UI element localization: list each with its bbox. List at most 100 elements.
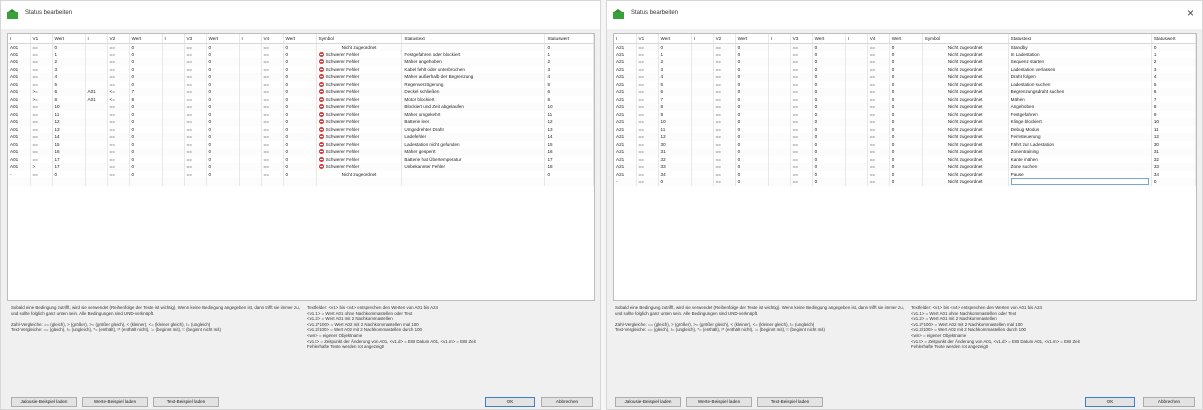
condition-cell[interactable]: 0 bbox=[735, 65, 769, 73]
symbol-cell[interactable]: Schwerer Fehler bbox=[316, 118, 403, 126]
condition-cell[interactable] bbox=[239, 170, 262, 178]
column-header[interactable]: V4 bbox=[867, 34, 890, 44]
condition-cell[interactable]: 2 bbox=[658, 58, 692, 66]
condition-cell[interactable]: 0 bbox=[206, 163, 240, 171]
table-row[interactable]: A01 == 16 == 0 == 0 == 0 Schwerer Fehler Mäher ges… bbox=[8, 148, 594, 156]
condition-cell[interactable]: == bbox=[184, 58, 207, 66]
table-row[interactable]: A01 >= 8 A01 <= 9 == 0 == 0 Schwerer Fehler Motor b… bbox=[8, 95, 594, 103]
condition-cell[interactable] bbox=[691, 43, 714, 51]
status-text-cell[interactable]: Mäher umgekehrt bbox=[401, 110, 546, 118]
condition-cell[interactable]: 0 bbox=[812, 103, 846, 111]
condition-cell[interactable]: 0 bbox=[283, 155, 317, 163]
symbol-cell[interactable]: Schwerer Fehler bbox=[316, 163, 403, 171]
condition-cell[interactable]: A01 bbox=[8, 148, 31, 156]
condition-cell[interactable]: 0 bbox=[889, 50, 923, 58]
condition-cell[interactable]: == bbox=[184, 73, 207, 81]
condition-cell[interactable]: == bbox=[790, 58, 813, 66]
condition-cell[interactable] bbox=[162, 43, 185, 51]
condition-cell[interactable] bbox=[162, 73, 185, 81]
condition-cell[interactable]: 0 bbox=[889, 163, 923, 171]
condition-cell[interactable]: 0 bbox=[283, 110, 317, 118]
condition-cell[interactable]: A01 bbox=[8, 163, 31, 171]
condition-cell[interactable]: 0 bbox=[889, 125, 923, 133]
condition-cell[interactable]: A01 bbox=[8, 95, 31, 103]
condition-cell[interactable]: 0 bbox=[283, 133, 317, 141]
table-row[interactable]: A01 == 14 == 0 == 0 == 0 Schwerer Fehler Ladefehle… bbox=[8, 133, 594, 141]
condition-cell[interactable]: 0 bbox=[129, 43, 163, 51]
condition-cell[interactable] bbox=[85, 80, 108, 88]
status-text-cell[interactable]: Draht folgen bbox=[1008, 73, 1152, 81]
condition-cell[interactable]: 9 bbox=[129, 95, 163, 103]
condition-cell[interactable]: 15 bbox=[52, 140, 86, 148]
condition-cell[interactable]: == bbox=[107, 148, 130, 156]
condition-cell[interactable]: 0 bbox=[889, 80, 923, 88]
condition-cell[interactable]: 8 bbox=[658, 103, 692, 111]
condition-cell[interactable]: 6 bbox=[52, 88, 86, 96]
condition-cell[interactable]: 0 bbox=[735, 110, 769, 118]
condition-cell[interactable] bbox=[239, 140, 262, 148]
condition-cell[interactable]: == bbox=[30, 118, 53, 126]
status-text-editor[interactable] bbox=[1010, 178, 1149, 186]
load-jalousie-example-button[interactable]: Jalousie-Beispiel laden bbox=[615, 397, 681, 407]
condition-cell[interactable]: 0 bbox=[283, 148, 317, 156]
condition-cell[interactable]: == bbox=[636, 148, 659, 156]
condition-cell[interactable]: >= bbox=[30, 88, 53, 96]
condition-cell[interactable]: == bbox=[713, 88, 736, 96]
table-row[interactable]: A01 == 0 == 0 == 0 == 0 Nicht zugeordnet 0 bbox=[8, 43, 594, 51]
condition-cell[interactable]: == bbox=[30, 110, 53, 118]
condition-cell[interactable]: 0 bbox=[735, 95, 769, 103]
condition-cell[interactable]: == bbox=[790, 65, 813, 73]
condition-cell[interactable]: 7 bbox=[658, 95, 692, 103]
condition-cell[interactable] bbox=[162, 155, 185, 163]
condition-cell[interactable]: == bbox=[636, 178, 659, 186]
condition-cell[interactable]: 5 bbox=[52, 80, 86, 88]
status-text-cell[interactable]: Kante mähen bbox=[1008, 155, 1152, 163]
status-text-cell[interactable]: Zonentraining bbox=[1008, 148, 1152, 156]
condition-cell[interactable]: 0 bbox=[812, 73, 846, 81]
column-header[interactable]: Symbol bbox=[316, 34, 403, 44]
condition-cell[interactable]: == bbox=[107, 65, 130, 73]
status-value-cell[interactable]: 11 bbox=[1151, 125, 1196, 133]
condition-cell[interactable]: == bbox=[261, 125, 284, 133]
status-text-cell[interactable]: Pause bbox=[1008, 170, 1152, 178]
condition-cell[interactable]: 33 bbox=[658, 163, 692, 171]
condition-cell[interactable]: 0 bbox=[206, 73, 240, 81]
symbol-cell[interactable]: Schwerer Fehler bbox=[316, 88, 403, 96]
condition-cell[interactable]: 0 bbox=[283, 103, 317, 111]
condition-cell[interactable]: == bbox=[867, 140, 890, 148]
condition-cell[interactable] bbox=[691, 88, 714, 96]
condition-cell[interactable] bbox=[845, 170, 868, 178]
condition-cell[interactable] bbox=[239, 133, 262, 141]
condition-cell[interactable]: == bbox=[713, 80, 736, 88]
condition-cell[interactable]: == bbox=[713, 50, 736, 58]
condition-cell[interactable] bbox=[30, 178, 53, 186]
condition-cell[interactable] bbox=[768, 163, 791, 171]
table-row[interactable]: A21 == 33 == 0 == 0 == 0 Nicht zugeordnet Zone suc… bbox=[614, 163, 1196, 171]
condition-cell[interactable]: A01 bbox=[8, 73, 31, 81]
condition-cell[interactable] bbox=[768, 125, 791, 133]
condition-cell[interactable]: 0 bbox=[812, 80, 846, 88]
condition-cell[interactable]: 0 bbox=[283, 95, 317, 103]
condition-cell[interactable]: == bbox=[30, 155, 53, 163]
condition-cell[interactable] bbox=[691, 80, 714, 88]
load-text-example-button[interactable]: Text-Beispiel laden bbox=[757, 397, 823, 407]
condition-cell[interactable]: == bbox=[636, 133, 659, 141]
status-value-cell[interactable]: 11 bbox=[544, 110, 594, 118]
condition-cell[interactable]: 0 bbox=[889, 110, 923, 118]
table-row[interactable]: A21 == 10 == 0 == 0 == 0 Nicht zugeordnet Klinge b… bbox=[614, 118, 1196, 126]
condition-cell[interactable] bbox=[239, 95, 262, 103]
condition-cell[interactable]: == bbox=[713, 43, 736, 51]
symbol-cell[interactable]: Schwerer Fehler bbox=[316, 95, 403, 103]
status-value-cell[interactable] bbox=[544, 178, 594, 186]
condition-cell[interactable]: 0 bbox=[129, 125, 163, 133]
condition-cell[interactable] bbox=[768, 58, 791, 66]
condition-cell[interactable]: == bbox=[713, 118, 736, 126]
condition-cell[interactable] bbox=[845, 110, 868, 118]
table-row[interactable]: A01 == 4 == 0 == 0 == 0 Schwerer Fehler Mäher auße… bbox=[8, 73, 594, 81]
status-text-cell[interactable]: Deckel schließen bbox=[401, 88, 546, 96]
condition-cell[interactable]: == bbox=[867, 80, 890, 88]
condition-cell[interactable] bbox=[768, 88, 791, 96]
condition-cell[interactable] bbox=[845, 73, 868, 81]
condition-cell[interactable]: == bbox=[107, 110, 130, 118]
symbol-cell[interactable]: Nicht zugeordnet bbox=[922, 88, 1009, 96]
